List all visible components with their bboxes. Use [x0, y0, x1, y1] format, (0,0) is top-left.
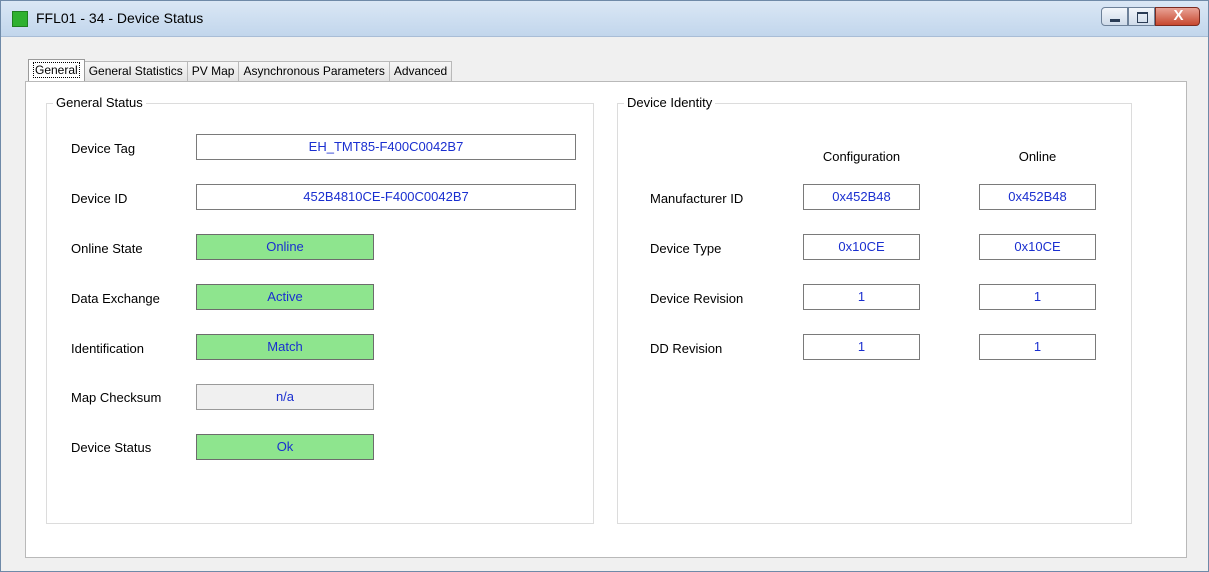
close-icon: X [1173, 7, 1184, 24]
dd-revision-configuration: 1 [803, 334, 920, 360]
device-identity-title: Device Identity [624, 95, 716, 110]
device-type-label: Device Type [650, 241, 722, 256]
device-type-configuration: 0x10CE [803, 234, 920, 260]
map-checksum-value: n/a [196, 384, 374, 410]
device-status-icon [12, 11, 28, 27]
tab-bar: General General Statistics PV Map Asynch… [28, 59, 453, 81]
device-id-value: 452B4810CE-F400C0042B7 [196, 184, 576, 210]
online-state-value: Online [196, 234, 374, 260]
manufacturer-id-online: 0x452B48 [979, 184, 1096, 210]
data-exchange-value: Active [196, 284, 374, 310]
configuration-column-header: Configuration [822, 149, 901, 164]
tab-general[interactable]: General [28, 59, 85, 81]
tab-advanced[interactable]: Advanced [388, 61, 453, 81]
tab-asynchronous-parameters[interactable]: Asynchronous Parameters [238, 61, 390, 81]
tab-general-label: General [33, 62, 80, 78]
window-controls: X [1101, 7, 1200, 28]
maximize-icon [1137, 12, 1148, 23]
dd-revision-label: DD Revision [650, 341, 723, 356]
minimize-button[interactable] [1101, 7, 1128, 26]
device-tag-label: Device Tag [71, 141, 136, 156]
device-revision-configuration: 1 [803, 284, 920, 310]
device-status-value: Ok [196, 434, 374, 460]
manufacturer-id-configuration: 0x452B48 [803, 184, 920, 210]
device-revision-online: 1 [979, 284, 1096, 310]
identification-label: Identification [71, 341, 144, 356]
data-exchange-label: Data Exchange [71, 291, 160, 306]
tab-general-statistics[interactable]: General Statistics [83, 61, 188, 81]
device-type-online: 0x10CE [979, 234, 1096, 260]
online-column-header: Online [1018, 149, 1057, 164]
device-tag-value: EH_TMT85-F400C0042B7 [196, 134, 576, 160]
manufacturer-id-label: Manufacturer ID [650, 191, 744, 206]
minimize-icon [1110, 19, 1120, 22]
close-button[interactable]: X [1155, 7, 1200, 26]
identification-value: Match [196, 334, 374, 360]
general-status-title: General Status [53, 95, 146, 110]
device-identity-group: Device Identity Configuration Online Man… [617, 95, 1132, 524]
map-checksum-label: Map Checksum [71, 390, 162, 405]
window-title: FFL01 - 34 - Device Status [36, 10, 204, 26]
online-state-label: Online State [71, 241, 143, 256]
device-status-label: Device Status [71, 440, 152, 455]
tab-content-general: General Status Device Tag EH_TMT85-F400C… [25, 81, 1187, 558]
title-bar[interactable]: FFL01 - 34 - Device Status X [1, 1, 1208, 37]
device-status-window: FFL01 - 34 - Device Status X General Gen… [0, 0, 1209, 572]
maximize-button[interactable] [1128, 7, 1155, 26]
general-status-group: General Status Device Tag EH_TMT85-F400C… [46, 95, 594, 524]
device-revision-label: Device Revision [650, 291, 744, 306]
device-id-label: Device ID [71, 191, 128, 206]
tab-pv-map[interactable]: PV Map [186, 61, 240, 81]
dd-revision-online: 1 [979, 334, 1096, 360]
